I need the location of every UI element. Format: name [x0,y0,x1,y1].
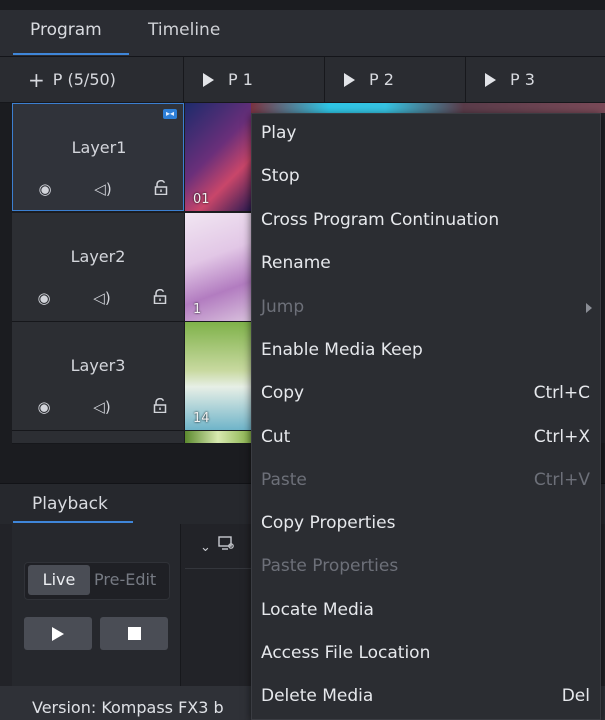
pre-edit-mode-button[interactable]: Pre-Edit [94,565,166,595]
program-p2[interactable]: P 2 [326,57,466,102]
menu-item-label: Paste Properties [261,556,399,576]
media-index-label: 01 [193,192,210,207]
menu-item-delete-media[interactable]: Delete Media Del [252,677,600,720]
menu-item-paste[interactable]: Paste Ctrl+V [252,461,600,504]
program-p1[interactable]: P 1 [185,57,325,102]
program-header-row: + P (5/50) P 1 P 2 P 3 [0,57,605,103]
menu-item-label: Enable Media Keep [261,340,423,360]
version-label: Version: Kompass FX3 b [32,698,224,717]
menu-item-label: Cut [261,427,291,447]
menu-item-locate-media[interactable]: Locate Media [252,591,600,634]
layer-row-2[interactable]: Layer2 ◉ ◁) [12,213,184,322]
visibility-icon[interactable]: ◉ [32,289,56,307]
lock-icon[interactable] [148,289,172,307]
tab-timeline[interactable]: Timeline [148,20,220,40]
layer-badge-icon: ▸◂ [163,109,177,119]
menu-item-label: Jump [261,297,305,317]
media-index-label: 14 [193,411,210,426]
menu-item-label: Play [261,123,297,143]
menu-item-enable-media-keep[interactable]: Enable Media Keep [252,331,600,374]
menu-item-label: Rename [261,253,331,273]
menu-item-paste-properties[interactable]: Paste Properties [252,547,600,590]
menu-item-stop[interactable]: Stop [252,157,600,200]
stop-button[interactable] [100,617,168,650]
menu-item-copy[interactable]: Copy Ctrl+C [252,374,600,417]
audio-icon[interactable]: ◁) [90,398,114,416]
live-mode-button[interactable]: Live [28,565,90,595]
layer-name: Layer1 [71,138,127,157]
layer-row-1[interactable]: ▸◂ Layer1 ◉ ◁) [12,103,184,211]
divider [185,568,251,569]
menu-item-label: Copy Properties [261,513,396,533]
menu-item-label: Locate Media [261,600,374,620]
chevron-down-icon[interactable]: ⌄ [200,540,211,555]
media-thumbnail[interactable] [185,431,251,443]
active-tab-indicator [13,521,133,523]
menu-item-label: Delete Media [261,686,374,706]
lock-icon[interactable] [149,180,173,198]
menu-item-shortcut: Ctrl+X [533,427,590,447]
layer-row-3[interactable]: Layer3 ◉ ◁) [12,322,184,431]
lock-icon[interactable] [148,398,172,416]
menu-item-play[interactable]: Play [252,114,600,157]
active-tab-indicator [13,53,129,55]
media-thumbnail[interactable]: 01 [185,103,251,211]
menu-item-cut[interactable]: Cut Ctrl+X [252,418,600,461]
menu-item-label: Copy [261,383,305,403]
program-label: P 2 [369,70,394,89]
media-thumbnail[interactable]: 1 [185,213,251,321]
menu-item-label: Cross Program Continuation [261,210,500,230]
menu-item-cross-program-continuation[interactable]: Cross Program Continuation [252,201,600,244]
play-icon [485,72,496,87]
program-label: P 1 [228,70,253,89]
media-thumbnail-strip [251,103,605,113]
menu-item-label: Access File Location [261,643,431,663]
menu-item-rename[interactable]: Rename [252,244,600,287]
menu-item-shortcut: Ctrl+V [533,470,590,490]
menu-item-shortcut: Ctrl+C [533,383,590,403]
tab-playback[interactable]: Playback [32,494,108,514]
layer-name: Layer3 [70,356,126,375]
menu-item-copy-properties[interactable]: Copy Properties [252,504,600,547]
layer-row-4-partial[interactable] [12,431,184,444]
menu-item-access-file-location[interactable]: Access File Location [252,634,600,677]
submenu-arrow-icon [586,303,592,313]
tab-program[interactable]: Program [30,20,102,40]
plus-icon: + [28,67,45,92]
monitor-icon[interactable] [218,536,234,554]
play-button[interactable] [24,617,92,650]
play-icon [52,626,64,641]
playback-control-panel [12,524,181,686]
program-count-label: P (5/50) [52,70,116,89]
media-index-label: 1 [193,302,202,317]
menu-item-label: Paste [261,470,307,490]
visibility-icon[interactable]: ◉ [33,180,57,198]
menu-item-jump[interactable]: Jump [252,288,600,331]
media-thumbnail[interactable]: 14 [185,322,251,430]
audio-icon[interactable]: ◁) [90,289,114,307]
program-p3[interactable]: P 3 [467,57,605,102]
top-tab-bar: Program Timeline [0,10,605,57]
visibility-icon[interactable]: ◉ [32,398,56,416]
add-program-button[interactable]: + P (5/50) [0,57,184,102]
play-icon [344,72,355,87]
menu-item-shortcut: Del [561,686,590,706]
layer-name: Layer2 [70,247,126,266]
context-menu: Play Stop Cross Program Continuation Ren… [251,113,601,720]
program-label: P 3 [510,70,535,89]
stop-icon [127,627,141,640]
menu-item-label: Stop [261,166,300,186]
audio-icon[interactable]: ◁) [91,180,115,198]
play-icon [203,72,214,87]
